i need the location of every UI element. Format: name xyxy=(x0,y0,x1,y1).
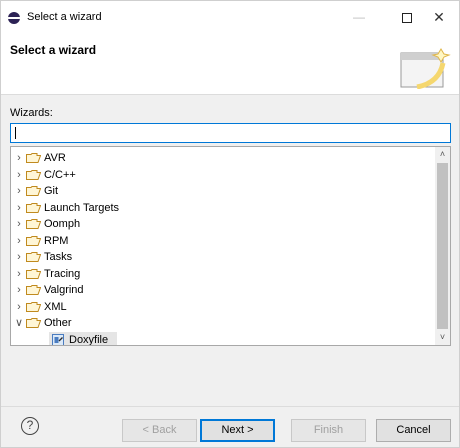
tree-item[interactable]: › Git xyxy=(11,183,431,199)
chevron-down-icon[interactable]: ∨ xyxy=(14,315,24,331)
wizard-banner-icon xyxy=(400,48,451,89)
folder-icon xyxy=(26,202,41,213)
tree-item-label: AVR xyxy=(44,152,66,164)
folder-icon xyxy=(26,219,41,229)
tree-item-label: C/C++ xyxy=(44,168,76,181)
tree-item-label: Git xyxy=(44,185,59,197)
folder-icon xyxy=(26,301,41,312)
tree-item[interactable]: › Tracing xyxy=(11,266,431,282)
doxyfile-icon xyxy=(52,333,64,345)
footer-separator xyxy=(1,406,459,407)
eclipse-icon xyxy=(8,12,20,24)
chevron-right-icon[interactable]: › xyxy=(14,266,24,282)
minimize-button[interactable]: — xyxy=(345,7,373,27)
wizard-banner: Select a wizard xyxy=(1,33,459,95)
folder-icon xyxy=(26,169,41,180)
wizard-tree[interactable]: ˄ ˅ › AVR › C/C++ › Git › Launch Targets › Oomph ›… xyxy=(10,146,451,346)
tree-item-label: Oomph xyxy=(44,218,81,230)
tree-item-label: Doxyfile xyxy=(69,333,109,346)
wizard-filter-input[interactable] xyxy=(10,123,451,143)
tree-item[interactable]: › Valgrind xyxy=(11,282,431,298)
chevron-right-icon[interactable]: › xyxy=(14,299,24,315)
chevron-right-icon[interactable]: › xyxy=(14,183,24,199)
folder-icon xyxy=(26,153,41,163)
wizard-dialog: Select a wizard — ✕ Select a wizard Wiza… xyxy=(0,0,460,448)
text-caret xyxy=(15,127,16,139)
maximize-button[interactable] xyxy=(393,7,421,27)
tree-item[interactable]: › Tasks xyxy=(11,249,431,265)
chevron-right-icon[interactable]: › xyxy=(14,233,24,249)
chevron-right-icon[interactable]: › xyxy=(14,216,24,232)
chevron-right-icon[interactable]: › xyxy=(14,200,24,216)
folder-icon xyxy=(26,252,41,262)
folder-icon xyxy=(26,268,41,279)
close-button[interactable]: ✕ xyxy=(425,7,453,27)
tree-item[interactable]: › XML xyxy=(11,299,431,315)
folder-icon xyxy=(26,318,41,328)
tree-item[interactable]: › Oomph xyxy=(11,216,431,232)
cancel-button[interactable]: Cancel xyxy=(376,419,451,442)
back-button[interactable]: < Back xyxy=(122,419,197,442)
chevron-right-icon[interactable]: › xyxy=(14,249,24,265)
vertical-scrollbar[interactable]: ˄ ˅ xyxy=(435,147,450,345)
chevron-right-icon[interactable]: › xyxy=(14,150,24,166)
tree-item[interactable]: ∨ Other xyxy=(11,315,431,331)
title-bar: Select a wizard — ✕ xyxy=(1,1,459,33)
tree-item-label: RPM xyxy=(44,234,69,247)
scroll-down-icon[interactable]: ˅ xyxy=(435,330,450,345)
maximize-icon xyxy=(402,12,412,23)
next-button[interactable]: Next > xyxy=(200,419,275,442)
folder-icon xyxy=(26,285,41,295)
help-icon[interactable]: ? xyxy=(21,417,39,435)
chevron-right-icon[interactable]: › xyxy=(14,282,24,298)
wizards-label: Wizards: xyxy=(10,107,53,119)
folder-icon xyxy=(26,186,41,196)
tree-item-label: Launch Targets xyxy=(44,201,120,214)
tree-item-label: Other xyxy=(44,317,72,329)
scroll-thumb[interactable] xyxy=(437,163,448,329)
chevron-right-icon[interactable]: › xyxy=(14,167,24,183)
tree-item-doxyfile[interactable]: Doxyfile xyxy=(11,331,431,346)
scroll-up-icon[interactable]: ˄ xyxy=(435,147,450,162)
tree-item-label: Valgrind xyxy=(44,284,84,296)
folder-icon xyxy=(26,235,41,246)
tree-item[interactable]: › AVR xyxy=(11,150,431,166)
tree-item[interactable]: › C/C++ xyxy=(11,167,431,183)
finish-button[interactable]: Finish xyxy=(291,419,366,442)
tree-item-label: Tasks xyxy=(44,251,73,263)
banner-title: Select a wizard xyxy=(10,43,97,57)
window-title: Select a wizard xyxy=(27,11,102,23)
tree-item[interactable]: › Launch Targets xyxy=(11,200,431,216)
tree-item-label: Tracing xyxy=(44,267,81,280)
tree-item-label: XML xyxy=(44,300,67,313)
tree-item[interactable]: › RPM xyxy=(11,233,431,249)
